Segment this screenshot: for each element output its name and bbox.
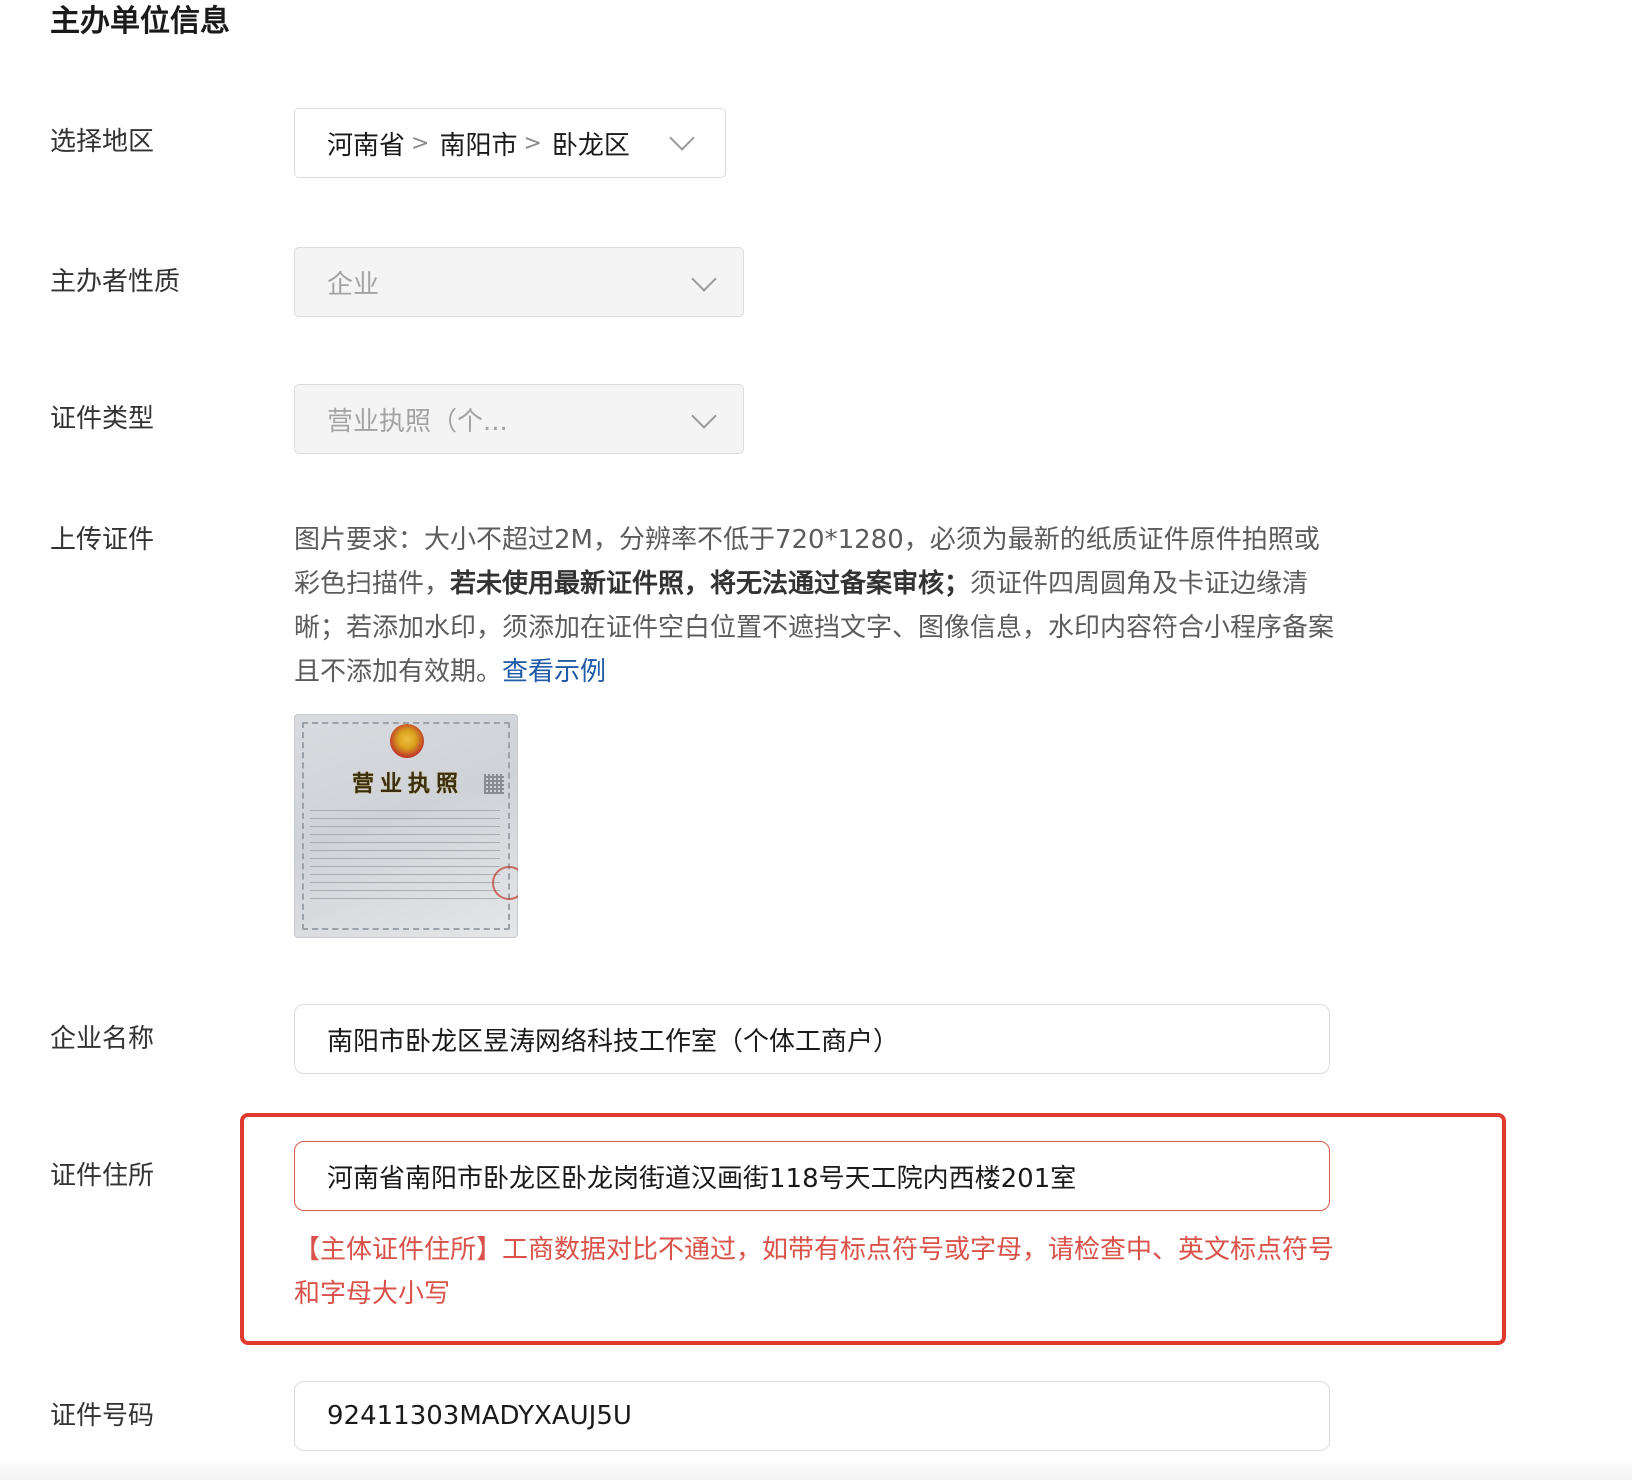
- certificate-address-label: 证件住所: [50, 1161, 155, 1191]
- qr-code-icon: [484, 774, 504, 794]
- upload-desc-warning: 若未使用最新证件照，将无法通过备案审核；: [450, 569, 971, 599]
- chevron-right-icon: >: [411, 130, 430, 156]
- chevron-down-icon: [691, 266, 717, 292]
- certificate-number-value: 92411303MADYXAUJ5U: [327, 1401, 632, 1431]
- chevron-right-icon: >: [523, 130, 542, 156]
- certificate-address-input[interactable]: 河南省南阳市卧龙区卧龙岗街道汉画街118号天工院内西楼201室: [294, 1141, 1330, 1211]
- bottom-fade: [0, 1458, 1632, 1480]
- upload-requirements: 图片要求：大小不超过2M，分辨率不低于720*1280，必须为最新的纸质证件原件…: [294, 518, 1334, 694]
- region-province: 河南省: [327, 130, 406, 161]
- section-title: 主办单位信息: [50, 4, 230, 39]
- organizer-type-label: 主办者性质: [50, 267, 181, 297]
- company-name-value: 南阳市卧龙区昱涛网络科技工作室（个体工商户）: [327, 1026, 900, 1057]
- organizer-type-value: 企业: [327, 269, 380, 300]
- license-title: 营业执照: [352, 771, 465, 797]
- region-select[interactable]: 河南省 > 南阳市 > 卧龙区: [294, 108, 726, 178]
- red-seal-icon: [492, 866, 518, 900]
- certificate-type-select[interactable]: 营业执照（个...: [294, 384, 744, 454]
- certificate-number-input[interactable]: 92411303MADYXAUJ5U: [294, 1381, 1330, 1451]
- certificate-type-label: 证件类型: [50, 404, 155, 434]
- certificate-address-value: 河南省南阳市卧龙区卧龙岗街道汉画街118号天工院内西楼201室: [327, 1163, 1077, 1194]
- national-emblem-icon: [390, 724, 424, 758]
- organizer-type-select[interactable]: 企业: [294, 247, 744, 317]
- chevron-down-icon: [669, 125, 695, 151]
- region-label: 选择地区: [50, 127, 155, 157]
- certificate-type-value: 营业执照（个...: [327, 406, 508, 437]
- uploaded-license-thumbnail[interactable]: 营业执照: [294, 714, 518, 938]
- chevron-down-icon: [691, 403, 717, 429]
- license-text-lines: [310, 810, 500, 900]
- region-city: 南阳市: [439, 130, 518, 161]
- region-district: 卧龙区: [551, 130, 630, 161]
- company-name-label: 企业名称: [50, 1024, 155, 1054]
- view-example-link[interactable]: 查看示例: [502, 657, 606, 687]
- certificate-address-error: 【主体证件住所】工商数据对比不通过，如带有标点符号或字母，请检查中、英文标点符号…: [294, 1235, 1335, 1309]
- upload-label: 上传证件: [50, 525, 155, 555]
- certificate-number-label: 证件号码: [50, 1401, 155, 1431]
- company-name-input[interactable]: 南阳市卧龙区昱涛网络科技工作室（个体工商户）: [294, 1004, 1330, 1074]
